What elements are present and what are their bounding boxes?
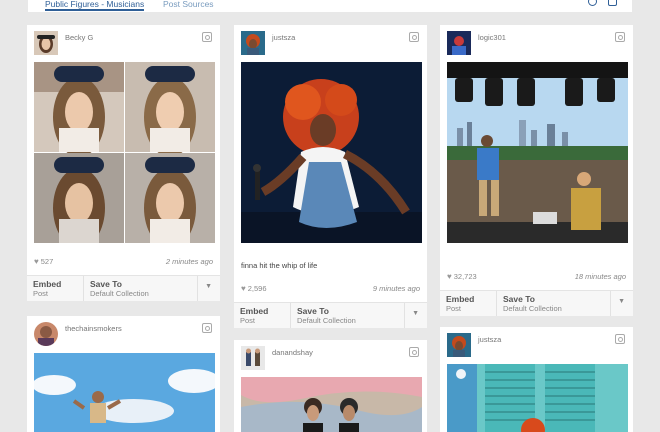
post-image[interactable] (34, 62, 215, 243)
post-image[interactable] (241, 62, 422, 243)
post-image[interactable] (241, 377, 422, 432)
save-to-button[interactable]: Save To Default Collection (503, 294, 562, 314)
heart-icon: ♥ (34, 257, 39, 266)
post-card: justsza (440, 327, 633, 432)
caret-down-icon[interactable]: ▼ (412, 310, 419, 317)
post-time: 18 minutes ago (574, 272, 626, 281)
avatar[interactable] (241, 31, 265, 55)
instagram-icon[interactable] (202, 32, 212, 42)
post-actions: Embed Post Save To Default Collection ▼ (27, 275, 220, 301)
embed-button[interactable]: Embed Post (240, 306, 268, 326)
avatar[interactable] (34, 322, 58, 346)
username[interactable]: justsza (478, 335, 501, 344)
post-caption: finna hit the whip of life (241, 261, 318, 270)
post-actions: Embed Post Save To Default Collection ▼ (440, 290, 633, 316)
post-image[interactable] (447, 364, 628, 432)
tab-post-sources[interactable]: Post Sources (163, 0, 214, 8)
avatar[interactable] (241, 346, 265, 370)
post-image[interactable] (34, 353, 215, 432)
post-card: justsza finna hit the whip of life ♥ 2,59… (234, 25, 427, 328)
settings-icon[interactable] (588, 0, 597, 6)
heart-icon: ♥ (241, 284, 246, 293)
username[interactable]: justsza (272, 33, 295, 42)
post-card: Becky G ♥ 527 2 minutes ago Embed Post Sa… (27, 25, 220, 301)
collection-tabs: Public Figures - Musicians Post Sources (28, 0, 632, 12)
username[interactable]: logic301 (478, 33, 506, 42)
embed-button[interactable]: Embed Post (33, 279, 61, 299)
instagram-icon[interactable] (409, 347, 419, 357)
like-count: ♥ 527 (34, 257, 54, 266)
post-image[interactable] (447, 62, 628, 243)
instagram-icon[interactable] (615, 334, 625, 344)
post-card: danandshay (234, 340, 427, 432)
menu-icon[interactable] (608, 0, 617, 6)
heart-icon: ♥ (447, 272, 452, 281)
username[interactable]: danandshay (272, 348, 313, 357)
avatar[interactable] (447, 31, 471, 55)
post-time: 2 minutes ago (165, 257, 213, 266)
like-count: ♥ 32,723 (447, 272, 477, 281)
save-to-button[interactable]: Save To Default Collection (90, 279, 149, 299)
tab-public-figures-musicians[interactable]: Public Figures - Musicians (45, 0, 145, 11)
post-card: logic301 ♥ 32,723 18 minutes ago Embed P… (440, 25, 633, 316)
save-to-button[interactable]: Save To Default Collection (297, 306, 356, 326)
instagram-icon[interactable] (409, 32, 419, 42)
avatar[interactable] (34, 31, 58, 55)
instagram-icon[interactable] (615, 32, 625, 42)
username[interactable]: Becky G (65, 33, 93, 42)
instagram-icon[interactable] (202, 323, 212, 333)
like-count: ♥ 2,596 (241, 284, 267, 293)
avatar[interactable] (447, 333, 471, 357)
caret-down-icon[interactable]: ▼ (205, 283, 212, 290)
post-card: thechainsmokers (27, 316, 220, 432)
post-actions: Embed Post Save To Default Collection ▼ (234, 302, 427, 328)
caret-down-icon[interactable]: ▼ (618, 298, 625, 305)
post-time: 9 minutes ago (372, 284, 420, 293)
embed-button[interactable]: Embed Post (446, 294, 474, 314)
username[interactable]: thechainsmokers (65, 324, 122, 333)
